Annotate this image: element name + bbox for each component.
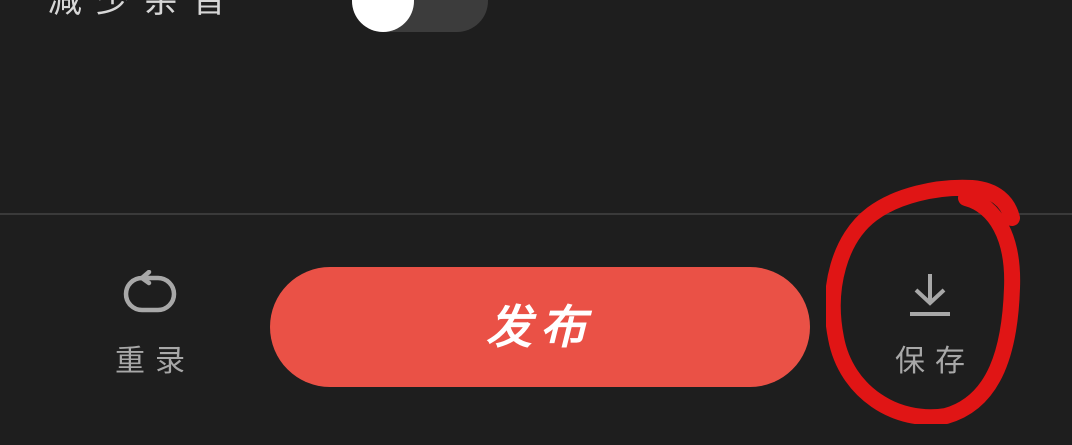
- retake-icon: [123, 270, 177, 313]
- noise-reduction-toggle[interactable]: [352, 0, 488, 32]
- noise-reduction-label: 减少杂音: [48, 0, 240, 21]
- publish-button[interactable]: 发布: [270, 267, 810, 387]
- save-button[interactable]: 保存: [870, 270, 990, 380]
- toggle-knob: [352, 0, 414, 32]
- screen: 减少杂音 重录 发布 保存: [0, 0, 1072, 445]
- noise-reduction-setting-row: 减少杂音: [0, 0, 1072, 32]
- retake-label: 重录: [115, 344, 195, 379]
- download-icon: [910, 274, 950, 316]
- bottom-action-bar: 重录 发布 保存: [0, 215, 1072, 445]
- retake-button[interactable]: 重录: [90, 270, 210, 380]
- save-label: 保存: [895, 344, 975, 379]
